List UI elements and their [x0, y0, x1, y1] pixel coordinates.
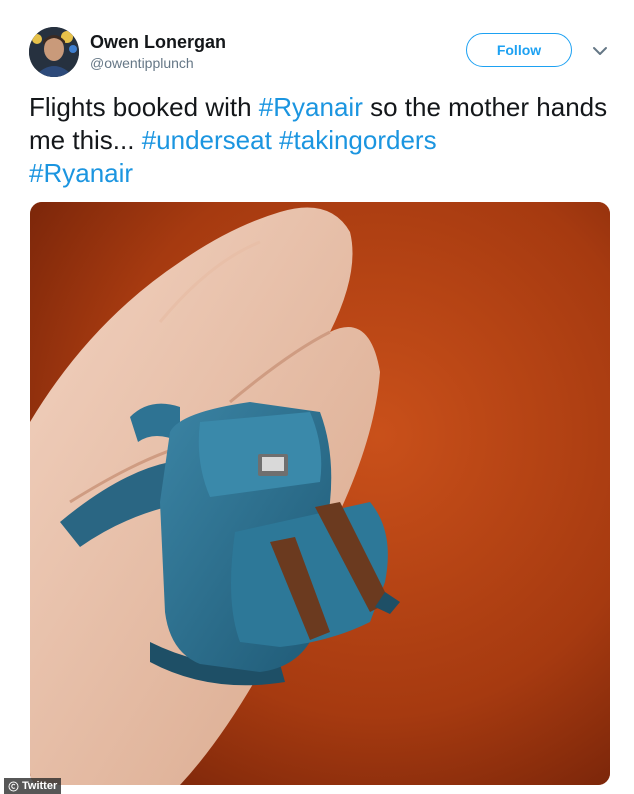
avatar[interactable] [29, 27, 79, 77]
hashtag-link[interactable]: #takingorders [279, 125, 437, 155]
hashtag-link[interactable]: #Ryanair [29, 158, 133, 188]
author-name[interactable]: Owen Lonergan [90, 32, 226, 53]
follow-button[interactable]: Follow [466, 33, 572, 67]
watermark-text: Twitter [22, 780, 58, 792]
tweet-text-part: Flights booked with [29, 92, 259, 122]
photo-image [30, 202, 610, 785]
tweet-text: Flights booked with #Ryanair so the moth… [29, 91, 609, 190]
tweet-text-space [272, 125, 279, 155]
tweet-photo[interactable] [30, 202, 610, 785]
chevron-down-icon[interactable] [591, 42, 609, 60]
copyright-icon [8, 781, 19, 791]
hashtag-link[interactable]: #Ryanair [259, 92, 363, 122]
author-handle[interactable]: @owentipplunch [90, 55, 194, 71]
twitter-watermark: Twitter [4, 778, 62, 794]
avatar-image [29, 27, 79, 77]
hashtag-link[interactable]: #underseat [142, 125, 272, 155]
